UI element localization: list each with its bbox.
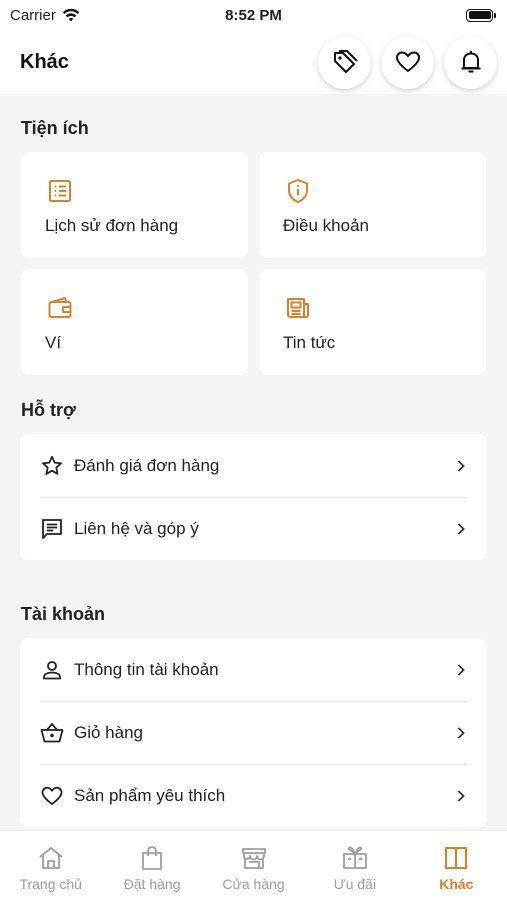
battery-icon	[466, 8, 496, 22]
section-title-account: Tài khoản	[21, 604, 106, 624]
heart-icon	[40, 784, 64, 808]
section-title-support: Hỗ trợ	[21, 400, 76, 420]
gift-voucher-icon	[343, 846, 367, 869]
tags-button[interactable]	[318, 35, 371, 89]
chevron-right-icon	[457, 726, 465, 739]
content-scroll[interactable]: Tiện ích Lịch sử đơn hàng Điều khoản Ví	[0, 94, 507, 830]
row-label: Giỏ hàng	[74, 722, 143, 742]
row-label: Sản phẩm yêu thích	[74, 785, 226, 805]
shield-info-icon	[288, 179, 308, 203]
tab-bar: Trang chủ Đặt hàng Cửa hàng Ưu đãi Khác	[0, 830, 507, 900]
favorites-button[interactable]	[381, 35, 434, 89]
tab-home[interactable]: Trang chủ	[0, 831, 101, 900]
newspaper-icon	[287, 298, 309, 318]
row-contact-feedback[interactable]: Liên hệ và góp ý	[20, 497, 487, 560]
section-title-utilities: Tiện ích	[21, 118, 89, 138]
star-icon	[40, 454, 64, 478]
status-left: Carrier	[10, 7, 80, 24]
wallet-icon	[48, 297, 72, 318]
tab-more[interactable]: Khác	[406, 831, 507, 900]
tile-news[interactable]: Tin tức	[259, 269, 486, 375]
tab-offers[interactable]: Ưu đãi	[304, 831, 405, 900]
row-favorite-products[interactable]: Sản phẩm yêu thích	[20, 764, 487, 827]
tile-label: Điều khoản	[283, 216, 370, 235]
tile-wallet[interactable]: Ví	[21, 269, 248, 375]
row-rate-order[interactable]: Đánh giá đơn hàng	[20, 434, 487, 497]
page-title: Khác	[20, 50, 69, 73]
tab-store[interactable]: Cửa hàng	[203, 831, 304, 900]
header: Khác	[0, 30, 507, 94]
tab-order[interactable]: Đặt hàng	[101, 831, 202, 900]
chevron-right-icon	[457, 789, 465, 802]
header-actions	[318, 35, 497, 89]
chevron-right-icon	[457, 522, 465, 535]
tab-label: Trang chủ	[19, 876, 82, 892]
tile-label: Tin tức	[283, 333, 336, 352]
tab-label: Cửa hàng	[222, 876, 285, 892]
heart-icon	[395, 51, 420, 72]
wifi-icon	[62, 8, 80, 22]
tile-terms[interactable]: Điều khoản	[259, 152, 486, 258]
bell-icon	[461, 51, 480, 73]
tab-label: Khác	[439, 876, 474, 892]
tile-label: Ví	[45, 333, 62, 352]
shopping-bag-icon	[142, 846, 163, 870]
row-label: Đánh giá đơn hàng	[74, 455, 220, 475]
chevron-right-icon	[457, 663, 465, 676]
tile-label: Lịch sử đơn hàng	[45, 216, 179, 235]
tile-order-history[interactable]: Lịch sử đơn hàng	[21, 152, 248, 258]
chevron-right-icon	[457, 459, 465, 472]
row-cart[interactable]: Giỏ hàng	[20, 701, 487, 764]
carrier-label: Carrier	[10, 6, 56, 24]
status-bar: Carrier 8:52 PM	[0, 0, 507, 30]
account-card: Thông tin tài khoản Giỏ hàng Sản phẩm yê…	[20, 638, 487, 827]
basket-icon	[40, 721, 64, 745]
tag-icon	[333, 50, 358, 73]
row-label: Liên hệ và góp ý	[74, 518, 199, 538]
store-icon	[241, 848, 266, 869]
person-icon	[40, 658, 64, 682]
support-card: Đánh giá đơn hàng Liên hệ và góp ý	[20, 434, 487, 560]
tab-label: Đặt hàng	[123, 876, 181, 892]
row-label: Thông tin tài khoản	[74, 659, 219, 679]
book-open-icon	[445, 847, 468, 869]
receipt-list-icon	[49, 180, 71, 202]
row-account-info[interactable]: Thông tin tài khoản	[20, 638, 487, 701]
tab-label: Ưu đãi	[333, 876, 377, 892]
home-icon	[39, 847, 63, 869]
chat-icon	[40, 517, 64, 541]
notifications-button[interactable]	[444, 35, 497, 89]
